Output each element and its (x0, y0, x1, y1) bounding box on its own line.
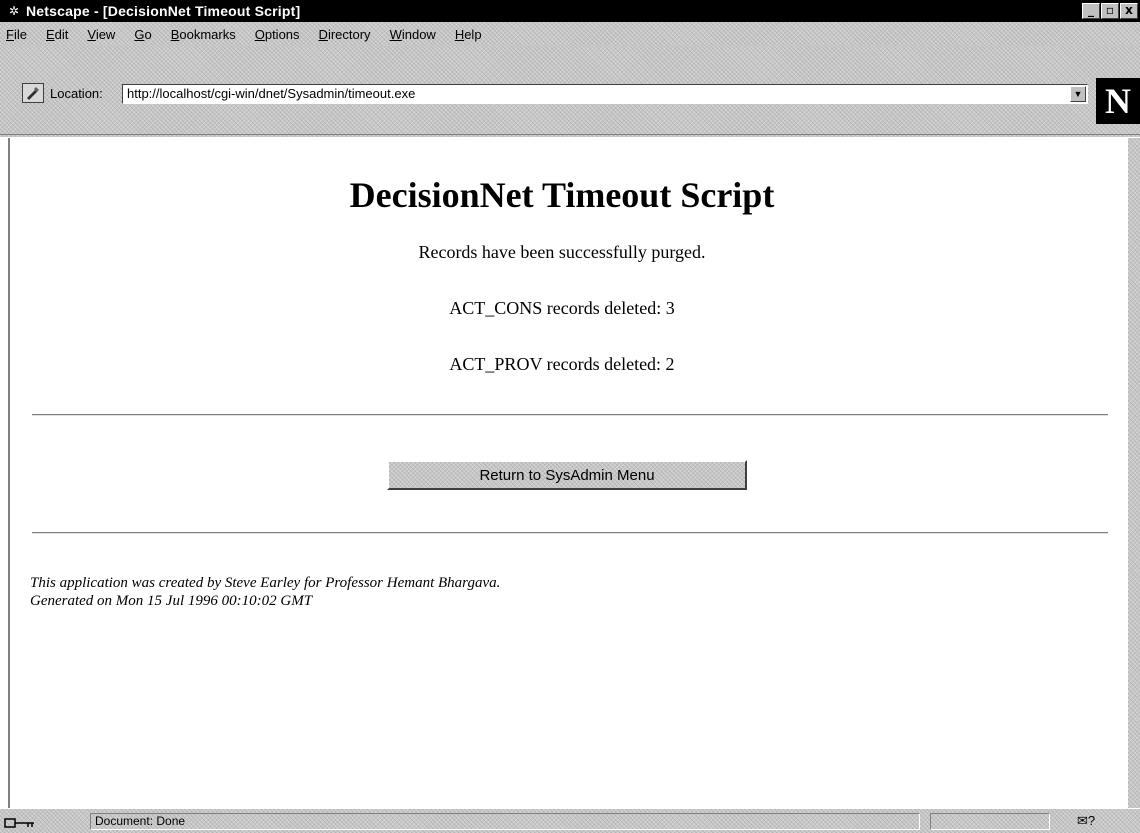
act-prov-count: ACT_PROV records deleted: 2 (449, 354, 675, 374)
menu-help[interactable]: Help (453, 27, 484, 42)
menu-edit[interactable]: Edit (44, 27, 70, 42)
location-label: Location: (50, 86, 103, 101)
menu-options[interactable]: Options (253, 27, 302, 42)
divider-bottom (32, 532, 1108, 534)
page-title: DecisionNet Timeout Script (349, 175, 775, 215)
menu-bar: File Edit View Go Bookmarks Options Dire… (0, 22, 1140, 46)
credits: This application was created by Steve Ea… (30, 574, 500, 610)
page-content: DecisionNet Timeout Script Records have … (8, 138, 1140, 808)
credit-author: This application was created by Steve Ea… (30, 575, 501, 591)
url-input[interactable]: http://localhost/cgi-win/dnet/Sysadmin/t… (122, 84, 1088, 104)
menu-file[interactable]: File (4, 27, 29, 42)
status-text: Document: Done (90, 813, 920, 830)
url-dropdown-arrow-icon[interactable]: ▼ (1070, 86, 1086, 102)
status-progress (930, 813, 1050, 830)
minimize-button[interactable]: _ (1082, 3, 1100, 19)
maximize-button[interactable]: ▫ (1101, 3, 1119, 19)
security-key-icon[interactable] (4, 813, 84, 830)
close-button[interactable]: x (1120, 3, 1138, 19)
title-bar: ✲ Netscape - [DecisionNet Timeout Script… (0, 0, 1140, 22)
act-cons-count: ACT_CONS records deleted: 3 (449, 298, 675, 318)
menu-view[interactable]: View (85, 27, 117, 42)
mail-icon[interactable]: ✉? (1064, 813, 1108, 830)
return-to-sysadmin-button[interactable]: Return to SysAdmin Menu (387, 460, 747, 490)
divider-top (32, 414, 1108, 416)
credit-generated: Generated on Mon 15 Jul 1996 00:10:02 GM… (30, 593, 313, 609)
status-bar: Document: Done ✉? (0, 808, 1140, 833)
menu-bookmarks[interactable]: Bookmarks (169, 27, 238, 42)
location-toolbar: Location: http://localhost/cgi-win/dnet/… (0, 46, 1140, 138)
bookmark-link-icon[interactable] (22, 83, 44, 103)
menu-go[interactable]: Go (132, 27, 153, 42)
purge-message: Records have been successfully purged. (418, 242, 706, 262)
menu-directory[interactable]: Directory (317, 27, 373, 42)
menu-window[interactable]: Window (388, 27, 438, 42)
vertical-scrollbar[interactable] (1128, 138, 1140, 808)
netscape-logo[interactable]: N (1096, 78, 1140, 124)
window-controls: _ ▫ x (1082, 3, 1138, 19)
netscape-app-icon[interactable]: ✲ (6, 4, 22, 18)
window-title: Netscape - [DecisionNet Timeout Script] (26, 3, 301, 19)
